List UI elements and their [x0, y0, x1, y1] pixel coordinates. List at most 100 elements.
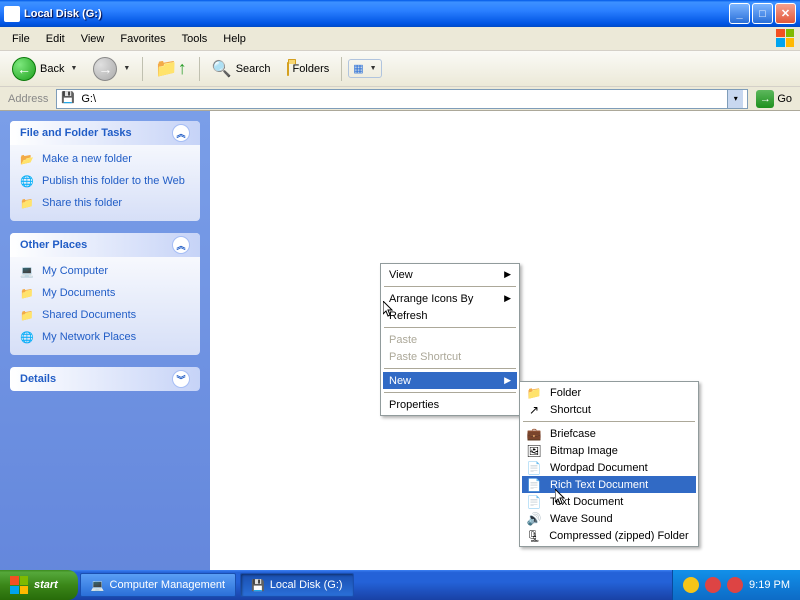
go-button[interactable]: → Go [752, 90, 796, 108]
views-dropdown-icon[interactable]: ▼ [370, 65, 377, 72]
make-new-folder-link[interactable]: 📂Make a new folder [20, 153, 190, 169]
menu-tools[interactable]: Tools [174, 30, 216, 48]
new-folder-icon: 📂 [20, 153, 36, 169]
folder-content-area[interactable]: View▶ Arrange Icons By▶ Refresh Paste Pa… [210, 111, 800, 580]
views-icon: ▦ [353, 62, 363, 75]
go-label: Go [777, 93, 792, 105]
shared-documents-link[interactable]: 📁Shared Documents [20, 309, 190, 325]
new-wave[interactable]: 🔊Wave Sound [522, 510, 696, 527]
search-button[interactable]: 🔍 Search [206, 56, 277, 82]
globe-icon: 🌐 [20, 175, 36, 191]
link-label: My Network Places [42, 331, 136, 343]
submenu-arrow-icon: ▶ [504, 293, 511, 304]
app-icon: 💻 [91, 579, 105, 592]
shortcut-icon: ↗ [526, 402, 542, 418]
new-zip[interactable]: 🗜Compressed (zipped) Folder [522, 527, 696, 544]
new-briefcase[interactable]: 💼Briefcase [522, 425, 696, 442]
window-buttons: _ □ ✕ [729, 3, 796, 24]
panel-title: Other Places [20, 239, 87, 251]
menu-edit[interactable]: Edit [38, 30, 73, 48]
maximize-button[interactable]: □ [752, 3, 773, 24]
taskbar-item-local-disk[interactable]: 💾 Local Disk (G:) [240, 573, 353, 597]
panel-body: 📂Make a new folder 🌐Publish this folder … [10, 145, 200, 221]
taskbar-item-computer-management[interactable]: 💻 Computer Management [80, 573, 236, 597]
network-places-link[interactable]: 🌐My Network Places [20, 331, 190, 347]
new-folder[interactable]: 📁Folder [522, 384, 696, 401]
start-button[interactable]: start [0, 570, 78, 600]
panel-title: File and Folder Tasks [20, 127, 132, 139]
tray-status-icon[interactable] [727, 577, 743, 593]
address-bar: Address 💾 G:\ ▾ → Go [0, 87, 800, 111]
ctx-refresh[interactable]: Refresh [383, 307, 517, 324]
documents-icon: 📁 [20, 287, 36, 303]
toolbar: ← Back ▼ → ▼ 📁↑ 🔍 Search Folders ▦ ▼ [0, 51, 800, 87]
share-icon: 📁 [20, 197, 36, 213]
taskbar: start 💻 Computer Management 💾 Local Disk… [0, 570, 800, 600]
submenu-arrow-icon: ▶ [504, 375, 511, 386]
tray-alert-icon[interactable] [705, 577, 721, 593]
up-button[interactable]: 📁↑ [149, 55, 192, 82]
wave-icon: 🔊 [526, 511, 542, 527]
menu-separator [384, 392, 516, 393]
menu-file[interactable]: File [4, 30, 38, 48]
drive-icon: 💾 [251, 579, 265, 592]
panel-header[interactable]: Other Places ︽ [10, 233, 200, 257]
publish-folder-link[interactable]: 🌐Publish this folder to the Web [20, 175, 190, 191]
taskbar-item-label: Computer Management [110, 579, 226, 591]
menu-separator [384, 327, 516, 328]
panel-title: Details [20, 373, 56, 385]
forward-arrow-icon: → [93, 57, 117, 81]
menu-favorites[interactable]: Favorites [112, 30, 173, 48]
new-rich-text[interactable]: 📄Rich Text Document [522, 476, 696, 493]
new-shortcut[interactable]: ↗Shortcut [522, 401, 696, 418]
ctx-properties[interactable]: Properties [383, 396, 517, 413]
zip-icon: 🗜 [526, 528, 541, 544]
link-label: Share this folder [42, 197, 122, 209]
link-label: Shared Documents [42, 309, 136, 321]
other-places-panel: Other Places ︽ 💻My Computer 📁My Document… [10, 233, 200, 355]
clock[interactable]: 9:19 PM [749, 579, 790, 591]
window-title: Local Disk (G:) [24, 8, 729, 20]
views-button[interactable]: ▦ ▼ [348, 59, 381, 78]
tray-shield-icon[interactable] [683, 577, 699, 593]
new-wordpad[interactable]: 📄Wordpad Document [522, 459, 696, 476]
chevron-up-icon[interactable]: ︽ [172, 124, 190, 142]
share-folder-link[interactable]: 📁 Share this folder [20, 197, 190, 213]
menu-separator [384, 368, 516, 369]
ctx-paste: Paste [383, 331, 517, 348]
ctx-new[interactable]: New▶ [383, 372, 517, 389]
ctx-arrange-icons[interactable]: Arrange Icons By▶ [383, 290, 517, 307]
chevron-down-icon[interactable]: ︾ [172, 370, 190, 388]
briefcase-icon: 💼 [526, 426, 542, 442]
forward-button[interactable]: → ▼ [87, 54, 136, 84]
menu-help[interactable]: Help [215, 30, 254, 48]
address-dropdown-icon[interactable]: ▾ [727, 90, 743, 108]
toolbar-separator [341, 57, 342, 81]
forward-dropdown-icon[interactable]: ▼ [123, 65, 130, 72]
back-button[interactable]: ← Back ▼ [6, 54, 83, 84]
minimize-button[interactable]: _ [729, 3, 750, 24]
new-text[interactable]: 📄Text Document [522, 493, 696, 510]
folders-button[interactable]: Folders [281, 60, 336, 78]
up-folder-icon: 📁↑ [155, 58, 186, 79]
my-documents-link[interactable]: 📁My Documents [20, 287, 190, 303]
panel-header[interactable]: Details ︾ [10, 367, 200, 391]
windows-flag-icon [776, 29, 796, 49]
submenu-arrow-icon: ▶ [504, 269, 511, 280]
wordpad-icon: 📄 [526, 460, 542, 476]
bitmap-icon: 🖼 [526, 443, 542, 459]
back-dropdown-icon[interactable]: ▼ [70, 65, 77, 72]
taskbar-item-label: Local Disk (G:) [270, 579, 343, 591]
system-tray: 9:19 PM [672, 570, 800, 600]
new-bitmap[interactable]: 🖼Bitmap Image [522, 442, 696, 459]
my-computer-link[interactable]: 💻My Computer [20, 265, 190, 281]
toolbar-separator [142, 57, 143, 81]
panel-header[interactable]: File and Folder Tasks ︽ [10, 121, 200, 145]
ctx-view[interactable]: View▶ [383, 266, 517, 283]
address-input[interactable]: 💾 G:\ ▾ [56, 89, 748, 109]
drive-icon: 💾 [61, 91, 77, 107]
close-button[interactable]: ✕ [775, 3, 796, 24]
menu-view[interactable]: View [73, 30, 113, 48]
chevron-up-icon[interactable]: ︽ [172, 236, 190, 254]
address-value: G:\ [81, 93, 96, 105]
